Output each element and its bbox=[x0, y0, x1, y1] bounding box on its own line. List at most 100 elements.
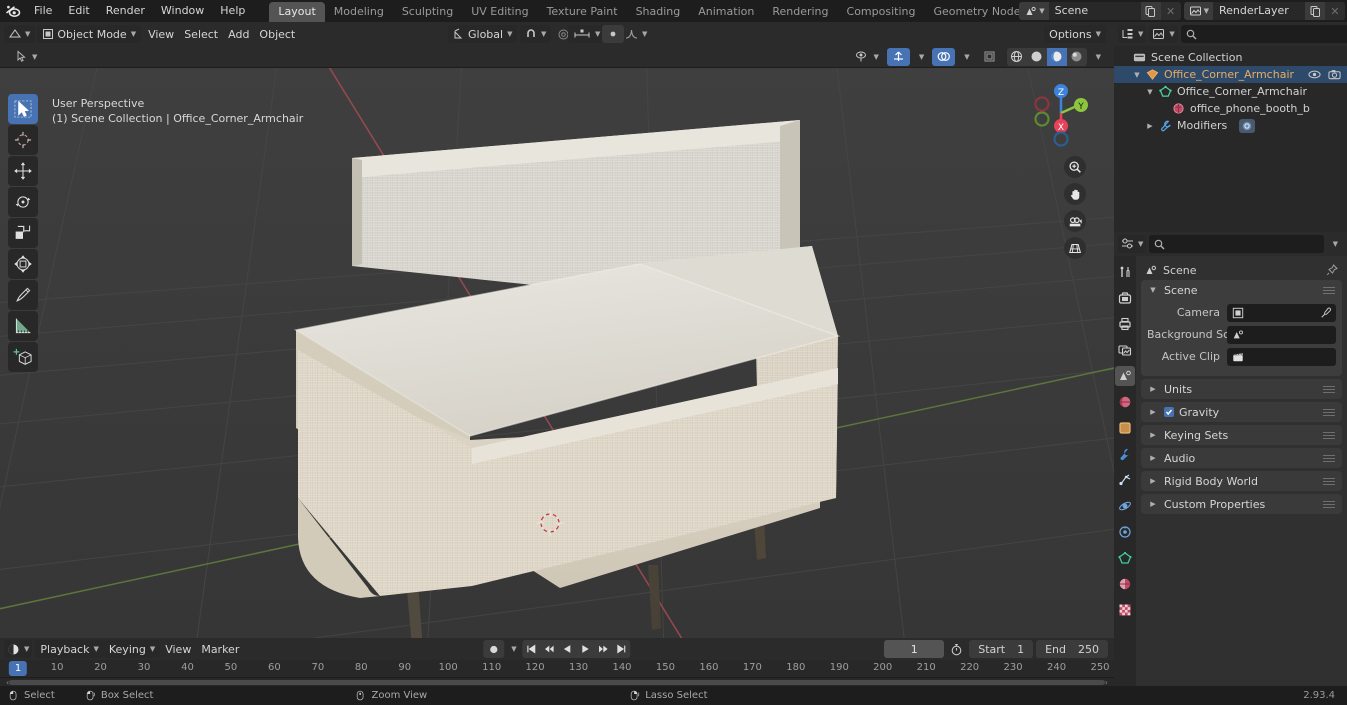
workspace-tab-modeling[interactable]: Modeling bbox=[325, 2, 393, 22]
data-tab[interactable] bbox=[1115, 548, 1135, 568]
tool-tab[interactable] bbox=[1115, 262, 1135, 282]
new-scene-button[interactable] bbox=[1140, 2, 1161, 20]
outliner-row[interactable]: ▼ Office_Corner_Armchair bbox=[1114, 66, 1347, 83]
overlays-toggle[interactable] bbox=[932, 47, 956, 66]
properties-editor-icon[interactable]: ▼ bbox=[1118, 235, 1147, 253]
timeline-playhead[interactable]: 1 bbox=[8, 661, 28, 676]
shading-options-dropdown[interactable]: ▼ bbox=[1090, 48, 1106, 66]
properties-panel-gravity[interactable]: ▶ Gravity bbox=[1141, 402, 1342, 422]
workspace-tab-compositing[interactable]: Compositing bbox=[838, 2, 925, 22]
workspace-tab-rendering[interactable]: Rendering bbox=[763, 2, 837, 22]
workspace-tab-uv-editing[interactable]: UV Editing bbox=[462, 2, 537, 22]
properties-panel-custom-properties[interactable]: ▶ Custom Properties bbox=[1141, 494, 1342, 514]
world-tab[interactable] bbox=[1115, 392, 1135, 412]
disclosure-triangle-icon[interactable]: ▶ bbox=[1147, 385, 1159, 393]
remove-view-layer-button[interactable]: ✕ bbox=[1325, 2, 1345, 20]
snap-during-transform[interactable]: ▼ bbox=[568, 25, 606, 43]
timeline-menu-playback[interactable]: Playback ▼ bbox=[35, 640, 104, 658]
modifier-tab[interactable] bbox=[1115, 444, 1135, 464]
play-reverse-button[interactable] bbox=[559, 640, 577, 658]
eyedropper-icon[interactable] bbox=[1320, 307, 1332, 319]
view-layer-name-field[interactable]: RenderLayer bbox=[1213, 2, 1305, 20]
pin-icon[interactable] bbox=[1326, 264, 1338, 276]
panel-checkbox[interactable] bbox=[1164, 407, 1174, 417]
next-keyframe-button[interactable] bbox=[595, 640, 613, 658]
timeline-scrollbar[interactable]: ‹ › bbox=[0, 678, 1114, 687]
physics-tab[interactable] bbox=[1115, 496, 1135, 516]
scene-tab[interactable] bbox=[1115, 366, 1135, 386]
outliner-display-mode-icon[interactable]: ▼ bbox=[1118, 25, 1147, 43]
previous-keyframe-button[interactable] bbox=[541, 640, 559, 658]
timeline-scroll-handle[interactable] bbox=[9, 679, 1105, 685]
unlink-scene-button[interactable]: ✕ bbox=[1160, 2, 1181, 20]
timeline-editor-icon[interactable]: ▼ bbox=[4, 640, 33, 658]
timeline-menu-marker[interactable]: Marker bbox=[196, 640, 244, 658]
workspace-tab-texture-paint[interactable]: Texture Paint bbox=[538, 2, 627, 22]
eye-icon[interactable] bbox=[1308, 69, 1321, 80]
texture-tab[interactable] bbox=[1115, 600, 1135, 620]
frame-start-field[interactable]: Start 1 bbox=[969, 640, 1034, 658]
measure-tool[interactable] bbox=[8, 311, 38, 341]
viewport-menu-object[interactable]: Object bbox=[254, 25, 300, 43]
disclosure-triangle-icon[interactable]: ▶ bbox=[1147, 477, 1159, 485]
outliner-row[interactable]: ▶ Modifiers bbox=[1114, 117, 1347, 134]
camera-render-icon[interactable] bbox=[1328, 69, 1341, 80]
menu-render[interactable]: Render bbox=[98, 2, 153, 20]
jump-to-end-button[interactable] bbox=[613, 640, 631, 658]
camera-view-button[interactable] bbox=[1064, 210, 1086, 232]
overlays-options-dropdown[interactable]: ▼ bbox=[958, 48, 974, 66]
editor-type-selector[interactable]: ▼ bbox=[4, 25, 36, 43]
workspace-tab-sculpting[interactable]: Sculpting bbox=[393, 2, 462, 22]
viewport-canvas[interactable]: User Perspective (1) Scene Collection | … bbox=[0, 68, 1114, 638]
view-layer-icon[interactable]: ▼ bbox=[1183, 2, 1213, 20]
frame-end-field[interactable]: End 250 bbox=[1036, 640, 1108, 658]
scene-icon[interactable]: ▼ bbox=[1019, 2, 1049, 20]
disclosure-triangle-icon[interactable]: ▼ bbox=[1131, 71, 1143, 79]
viewport-options-button[interactable]: Options ▼ bbox=[1044, 25, 1106, 43]
viewport-menu-view[interactable]: View bbox=[143, 25, 179, 43]
add-cube-tool[interactable] bbox=[8, 342, 38, 372]
scene-property-field[interactable] bbox=[1227, 347, 1336, 366]
timeline-menu-keying[interactable]: Keying ▼ bbox=[103, 640, 161, 658]
cursor-tool[interactable] bbox=[8, 125, 38, 155]
gizmo-toggle[interactable] bbox=[886, 47, 910, 66]
render-tab[interactable] bbox=[1115, 288, 1135, 308]
workspace-tab-layout[interactable]: Layout bbox=[269, 2, 325, 22]
scale-tool[interactable] bbox=[8, 218, 38, 248]
output-tab[interactable] bbox=[1115, 314, 1135, 334]
timeline-ruler[interactable]: 10 20 30 40 50 60 70 80 90 100 110 120 130 140 150 160 1… bbox=[0, 660, 1114, 678]
current-frame-field[interactable]: 1 bbox=[884, 640, 945, 658]
viewport-menu-add[interactable]: Add bbox=[223, 25, 254, 43]
move-view-button[interactable] bbox=[1064, 183, 1086, 205]
properties-editor[interactable]: ▼ ▼ Scene ▼ Scene Camera Background Sc A… bbox=[1114, 232, 1347, 686]
properties-panel-units[interactable]: ▶ Units bbox=[1141, 379, 1342, 399]
scene-datablock[interactable]: ▼ Scene ✕ bbox=[1019, 2, 1181, 20]
annotate-tool[interactable] bbox=[8, 280, 38, 310]
timeline-menu-view[interactable]: View bbox=[160, 640, 196, 658]
outliner-editor[interactable]: ▼ ▼ ▼ bbox=[1114, 22, 1347, 232]
disclosure-triangle-icon[interactable]: ▶ bbox=[1147, 500, 1159, 508]
record-options-dropdown[interactable]: ▼ bbox=[507, 640, 519, 658]
object-visibility-button[interactable]: ▼ bbox=[850, 48, 883, 66]
scene-property-field[interactable] bbox=[1227, 325, 1336, 344]
object-tab[interactable] bbox=[1115, 418, 1135, 438]
zoom-view-button[interactable] bbox=[1064, 156, 1086, 178]
subsurf-modifier-icon[interactable] bbox=[1239, 118, 1256, 133]
scene-panel-header[interactable]: ▼ Scene bbox=[1141, 280, 1342, 300]
outliner-row[interactable]: office_phone_booth_b bbox=[1114, 100, 1347, 117]
properties-search-input[interactable] bbox=[1169, 237, 1319, 251]
particles-tab[interactable] bbox=[1115, 470, 1135, 490]
workspace-tab-animation[interactable]: Animation bbox=[689, 2, 763, 22]
move-tool[interactable] bbox=[8, 156, 38, 186]
object-mode-selector[interactable]: Object Mode ▼ bbox=[37, 25, 142, 43]
snap-toggle[interactable]: ▼ bbox=[520, 25, 552, 43]
menu-file[interactable]: File bbox=[26, 2, 60, 20]
scene-name-field[interactable]: Scene bbox=[1048, 2, 1141, 20]
constraints-tab[interactable] bbox=[1115, 522, 1135, 542]
new-view-layer-button[interactable] bbox=[1305, 2, 1325, 20]
disclosure-triangle-icon[interactable]: ▶ bbox=[1144, 122, 1156, 130]
select-shortcut-icon[interactable]: ▼ bbox=[10, 48, 42, 66]
navigation-gizmo[interactable]: Z Y X bbox=[1026, 78, 1096, 148]
properties-search-box[interactable] bbox=[1149, 235, 1324, 253]
disclosure-triangle-icon[interactable]: ▶ bbox=[1147, 408, 1159, 416]
